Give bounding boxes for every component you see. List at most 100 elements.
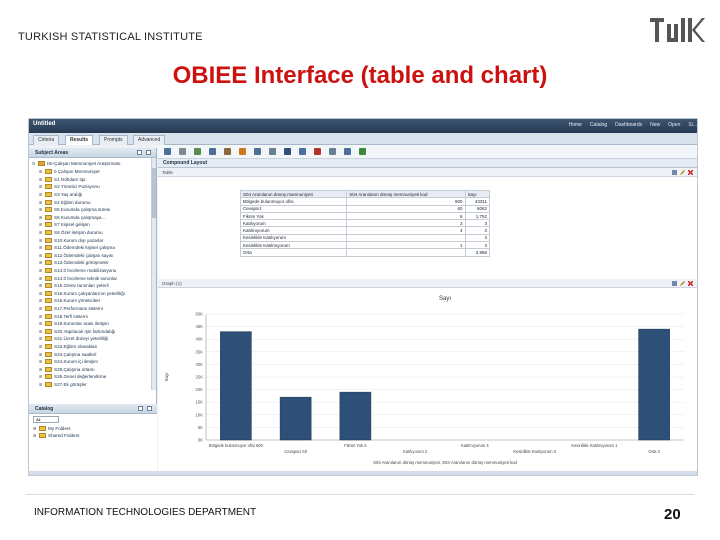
expand-icon[interactable]: ⊞ <box>39 336 43 341</box>
expand-icon[interactable]: ⊞ <box>39 253 43 258</box>
expand-icon[interactable]: ⊞ <box>39 276 43 281</box>
table-edit-icon[interactable] <box>672 170 677 175</box>
expand-icon[interactable]: ⊞ <box>39 306 43 311</box>
expand-icon[interactable]: ⊞ <box>39 329 43 334</box>
graph-remove-icon[interactable] <box>688 281 693 286</box>
table-remove-icon[interactable] <box>688 170 693 175</box>
catalog-filter-select[interactable]: All <box>33 416 59 423</box>
save-icon[interactable] <box>164 148 171 155</box>
subject-area-item[interactable]: ⊞ S16.Kurum çalışanlarının yeterliliği <box>29 290 125 297</box>
expand-icon[interactable]: ⊞ <box>39 268 43 273</box>
table-icon[interactable] <box>299 148 306 155</box>
refresh-icon[interactable] <box>146 150 151 155</box>
expand-icon[interactable]: ⊞ <box>39 238 43 243</box>
expand-icon[interactable]: ⊞ <box>39 207 43 212</box>
chart-icon[interactable] <box>284 148 291 155</box>
subject-area-item[interactable]: ⊞ S17.Performans sistemi <box>29 305 103 312</box>
table-column-header[interactable]: S04 Aranılanın dönüş memnuniyeti kod <box>346 189 466 199</box>
subject-area-item[interactable]: ⊞ S6 Kurumda çalışmaya... <box>29 214 105 221</box>
expand-icon[interactable]: ⊞ <box>39 215 43 220</box>
table-column-header[interactable]: S04 Aranılanın dönüş mamnuniyeti <box>239 189 348 199</box>
subject-area-item[interactable]: ⊞ S23.Çalışma saatleri <box>29 350 96 357</box>
nav-home-link[interactable]: Home <box>569 122 582 128</box>
catalog-item-shared-folders[interactable]: ⊞ Shared Folders <box>29 432 157 439</box>
subject-area-item[interactable]: ⊞ S24.Kurum içi iletişim <box>29 358 98 365</box>
expand-icon[interactable]: ⊞ <box>39 260 43 265</box>
subject-area-item[interactable]: ⊞ S20.Yapılacak işin farkındalığı <box>29 328 115 335</box>
expand-icon[interactable]: ⊞ <box>39 291 43 296</box>
expand-icon[interactable]: ⊞ <box>39 321 43 326</box>
subject-area-item[interactable]: ⊞ 0 Çalışan Memnuniyet <box>29 168 100 175</box>
catalog-search-icon[interactable] <box>138 406 143 411</box>
print-icon[interactable] <box>179 148 186 155</box>
subject-area-item[interactable]: ⊞ S7 Kişisel gelişim <box>29 221 90 228</box>
subject-area-item[interactable]: ⊞ S10.Kurum dışı yazarlar <box>29 236 103 243</box>
nav-catalog-link[interactable]: Catalog <box>590 122 607 128</box>
tab-criteria[interactable]: Criteria <box>33 135 60 145</box>
filter-icon[interactable] <box>254 148 261 155</box>
pivot-icon[interactable] <box>344 148 351 155</box>
subject-area-item[interactable]: ⊞ S18.Terfi sistemi <box>29 312 88 319</box>
expand-icon[interactable]: ⊞ <box>39 359 43 364</box>
subject-area-item[interactable]: ⊞ S21.Ücret düzeyi yeterliliği <box>29 335 108 342</box>
subject-area-item[interactable]: ⊞ S8 Özel iletişim durumu <box>29 229 103 236</box>
nav-open-link[interactable]: Open <box>668 122 680 128</box>
subject-area-item[interactable]: ⊞ S25.Çalışma ortamı <box>29 366 95 373</box>
subject-area-item[interactable]: ⊞ S27.Ek görüşler <box>29 381 87 388</box>
subject-area-root[interactable]: ⊟ ISI-Çalışan Memnuniyet Araştırması <box>29 160 121 167</box>
subject-area-item[interactable]: ⊞ S11.Ödemdeki kişisel çalışma <box>29 244 115 251</box>
sort-icon[interactable] <box>269 148 276 155</box>
expand-icon[interactable]: ⊞ <box>33 433 37 438</box>
subject-area-item[interactable]: ⊞ S5 Kurumda çalışma süresi <box>29 206 110 213</box>
export-icon[interactable] <box>194 148 201 155</box>
expand-icon[interactable]: ⊞ <box>39 382 43 387</box>
expand-icon[interactable]: ⊞ <box>39 184 43 189</box>
table-column-header[interactable]: Sayı <box>464 189 491 199</box>
expand-icon[interactable]: ⊞ <box>39 352 43 357</box>
expand-icon[interactable]: ⊞ <box>33 426 37 431</box>
settings-icon[interactable] <box>329 148 336 155</box>
subject-area-item[interactable]: ⊞ S2 Yönetici Pozisyonu <box>29 183 100 190</box>
tab-prompts[interactable]: Prompts <box>99 135 128 145</box>
expand-icon[interactable]: ⊞ <box>39 367 43 372</box>
graph-pencil-icon[interactable] <box>680 281 685 286</box>
table-pencil-icon[interactable] <box>680 170 685 175</box>
expand-icon[interactable]: ⊞ <box>39 298 43 303</box>
catalog-item-my-folders[interactable]: ⊞ My Folders <box>29 425 157 432</box>
nav-new-link[interactable]: New <box>650 122 660 128</box>
subject-area-item[interactable]: ⊞ S3 Yaş aralığı <box>29 191 82 198</box>
expand-icon[interactable]: ⊞ <box>39 230 43 235</box>
expand-icon[interactable]: ⊞ <box>39 283 43 288</box>
expand-icon[interactable]: ⊞ <box>39 245 43 250</box>
expand-icon[interactable]: ⊞ <box>39 200 43 205</box>
subject-area-item[interactable]: ⊞ S4 Eğitim durumu <box>29 198 91 205</box>
catalog-close-icon[interactable] <box>147 406 152 411</box>
subject-area-item[interactable]: ⊞ S19.Kurumlar arası iletişim <box>29 320 109 327</box>
subject-area-item[interactable]: ⊞ S14.0 İnceleme teknik sorunlar <box>29 274 117 281</box>
delete-icon[interactable] <box>314 148 321 155</box>
undo-icon[interactable] <box>224 148 231 155</box>
graph-edit-icon[interactable] <box>672 281 677 286</box>
subject-area-item[interactable]: ⊞ S14.0 İnceleme mobilizasyonu <box>29 267 116 274</box>
expand-icon[interactable]: ⊞ <box>39 344 43 349</box>
expand-icon[interactable]: ⊞ <box>39 192 43 197</box>
subject-area-item[interactable]: ⊞ S26.Genel değerlendirme <box>29 373 106 380</box>
tree-scrollbar[interactable] <box>151 158 156 390</box>
nav-signin-link[interactable]: Si... <box>688 122 697 128</box>
tab-advanced[interactable]: Advanced <box>133 135 166 145</box>
subject-area-item[interactable]: ⊞ S1 İstihdam tipi <box>29 176 85 183</box>
expand-icon[interactable]: ⊞ <box>39 169 43 174</box>
subject-area-item[interactable]: ⊞ S16.Kurum yöneticileri <box>29 297 100 304</box>
expand-icon[interactable]: ⊞ <box>39 374 43 379</box>
nav-dashboards-link[interactable]: Dashboards <box>615 122 642 128</box>
refresh-icon[interactable] <box>209 148 216 155</box>
expand-icon[interactable]: ⊞ <box>39 177 43 182</box>
run-icon[interactable] <box>359 148 366 155</box>
expand-icon[interactable]: ⊞ <box>39 314 43 319</box>
tab-results[interactable]: Results <box>65 135 94 145</box>
expand-icon[interactable]: ⊞ <box>39 222 43 227</box>
add-subject-area-icon[interactable] <box>137 150 142 155</box>
subject-area-item[interactable]: ⊞ S13.Ödemdeki görüşmeler <box>29 259 109 266</box>
collapse-icon[interactable]: ⊟ <box>32 161 36 166</box>
subject-area-item[interactable]: ⊞ S12.Ödemdeki çalışan sayısı <box>29 252 114 259</box>
